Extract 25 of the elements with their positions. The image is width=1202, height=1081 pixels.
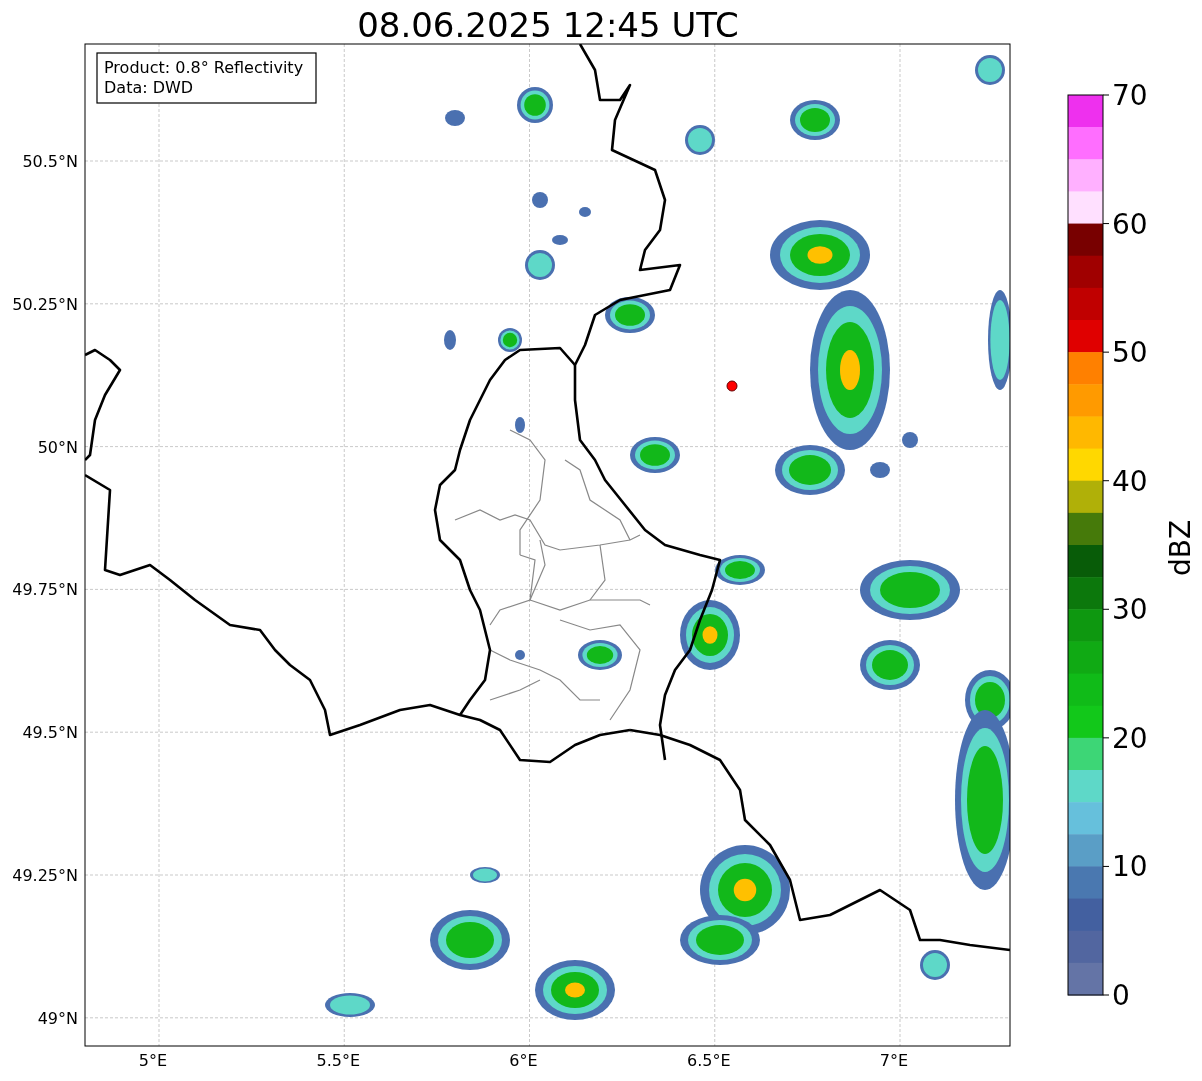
info-text: Data: DWD xyxy=(104,78,194,97)
axis-tick-label: 50°N xyxy=(37,437,78,457)
axis-tick-label: 49°N xyxy=(37,1008,78,1028)
axis-tick-label: 50.5°N xyxy=(22,152,78,171)
colorbar-label: dBZ xyxy=(1164,519,1197,577)
axis-tick-label: 6.5°E xyxy=(686,1051,731,1070)
radar-site-marker xyxy=(726,380,738,392)
colorbar-tick-label: 50 xyxy=(1112,336,1148,370)
axis-tick-label: 7°E xyxy=(879,1051,909,1070)
axis-tick-label: 49.25°N xyxy=(12,866,78,885)
axis-tick-label: 50.25°N xyxy=(12,294,78,314)
axis-tick-label: 5.5°E xyxy=(316,1051,361,1070)
colorbar-tick-label: 10 xyxy=(1112,850,1148,884)
colorbar-tick-label: 40 xyxy=(1112,464,1148,498)
colorbar-tick-label: 70 xyxy=(1112,79,1148,112)
colorbar-tick-label: 60 xyxy=(1112,207,1148,241)
chart-title: 08.06.2025 12:45 UTC xyxy=(357,5,739,45)
colorbar-tick-label: 30 xyxy=(1112,593,1148,627)
axis-tick-label: 6°E xyxy=(509,1051,538,1070)
axis-tick-label: 49.75°N xyxy=(12,580,78,600)
colorbar-tick-label: 20 xyxy=(1112,721,1148,755)
axis-tick-label: 5°E xyxy=(138,1051,168,1070)
info-text: Product: 0.8° Reflectivity xyxy=(104,58,304,77)
axis-tick-label: 49.5°N xyxy=(22,723,78,743)
colorbar-tick-label: 0 xyxy=(1112,979,1130,1012)
